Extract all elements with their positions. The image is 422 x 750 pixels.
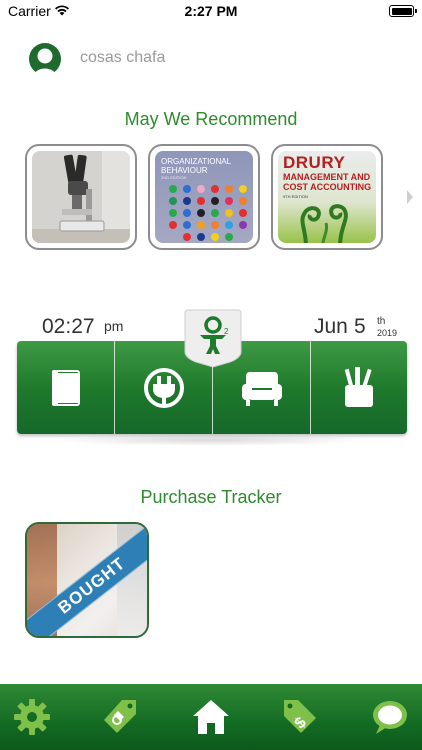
book-art <box>169 185 247 241</box>
price-tag-icon <box>104 700 136 733</box>
book-subtitle: COST ACCOUNTING <box>283 182 372 192</box>
recommend-item[interactable]: ORGANIZATIONAL BEHAVIOUR 2ND EDITION <box>148 144 260 250</box>
armchair-icon <box>241 371 282 406</box>
book-edition: 2ND EDITION <box>161 175 187 180</box>
book-subtitle: MANAGEMENT AND <box>283 172 371 182</box>
profile-name[interactable]: cosas chafa <box>80 49 165 67</box>
book-title: BEHAVIOUR <box>161 166 208 175</box>
tab-messages[interactable] <box>360 684 420 750</box>
book-title: DRURY <box>283 153 346 172</box>
book-art <box>300 204 348 243</box>
chevron-right-icon[interactable] <box>406 189 414 205</box>
book-cover: ORGANIZATIONAL BEHAVIOUR 2ND EDITION <box>155 151 253 243</box>
microscope-icon <box>32 151 130 243</box>
avatar-icon[interactable] <box>28 42 62 76</box>
book-cover: DRURY MANAGEMENT AND COST ACCOUNTING 9TH… <box>278 151 376 243</box>
tab-home[interactable] <box>181 684 241 750</box>
status-bar: Carrier 2:27 PM <box>0 0 422 22</box>
date-suffix: th <box>377 316 386 327</box>
status-time: 2:27 PM <box>184 3 238 19</box>
date-year: 2019 <box>377 328 398 338</box>
gear-icon <box>14 699 50 735</box>
recommend-title: May We Recommend <box>124 109 298 129</box>
category-bar-shadow <box>50 434 370 446</box>
home-icon <box>193 700 229 734</box>
svg-text:2: 2 <box>224 327 229 336</box>
clock-time: 02:27 <box>42 315 95 338</box>
tracker-item[interactable]: BOUGHT <box>25 522 149 638</box>
date-day: 5 <box>354 315 366 338</box>
battery-icon <box>389 5 417 17</box>
tab-settings[interactable] <box>2 684 62 750</box>
tab-bar: $ <box>0 684 422 750</box>
category-supplies-button[interactable] <box>311 341 407 434</box>
recommend-item[interactable] <box>25 144 137 250</box>
book-icon <box>51 369 80 406</box>
supplies-icon <box>344 366 373 407</box>
dollar-tag-icon: $ <box>284 700 316 733</box>
tracker-title: Purchase Tracker <box>140 487 282 507</box>
book-title: ORGANIZATIONAL <box>161 157 232 166</box>
chat-icon <box>373 701 407 734</box>
date-month: Jun <box>314 315 348 338</box>
clock-ampm: pm <box>104 318 124 334</box>
microscope-photo <box>32 151 130 243</box>
tab-sell[interactable] <box>90 684 150 750</box>
app-logo-icon[interactable]: 2 <box>184 308 242 368</box>
tab-buy[interactable]: $ <box>270 684 330 750</box>
category-books-button[interactable] <box>17 341 114 434</box>
plug-icon <box>143 367 184 408</box>
recommend-item[interactable]: DRURY MANAGEMENT AND COST ACCOUNTING 9TH… <box>271 144 383 250</box>
